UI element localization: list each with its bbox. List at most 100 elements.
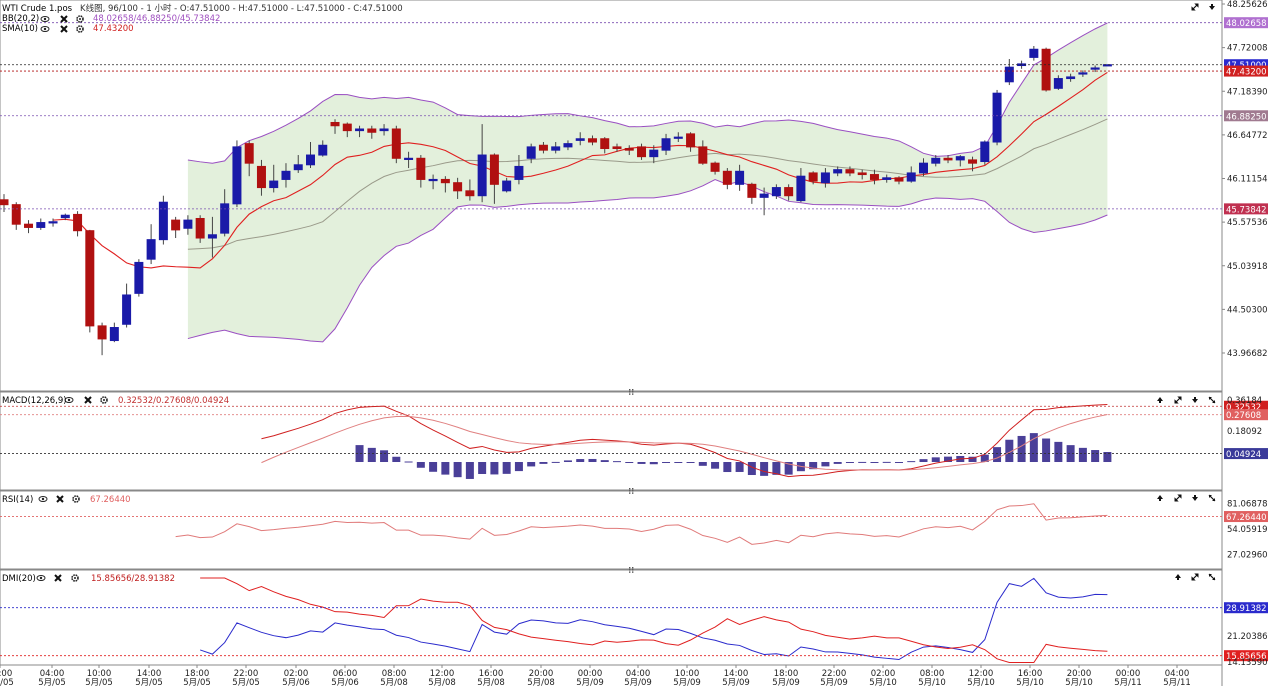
candle-body: [11, 204, 21, 225]
close-icon[interactable]: [60, 15, 68, 23]
candle-body: [158, 201, 168, 241]
candle: [171, 216, 181, 239]
macd-histogram-bar: [1078, 447, 1087, 463]
x-date-label: 5月/09: [576, 678, 604, 686]
x-date-label: 5月/09: [624, 678, 652, 686]
candle-body: [109, 327, 119, 342]
close-icon[interactable]: [84, 396, 92, 404]
macd-histogram-bar: [563, 460, 572, 463]
gear-icon[interactable]: [71, 574, 79, 582]
macd-histogram-bar: [502, 462, 511, 474]
arrow-down-icon[interactable]: [1209, 4, 1215, 10]
dmi-plus-badge: 28.91382: [1226, 604, 1267, 614]
macd-histogram-bar: [367, 447, 376, 463]
candle-body: [244, 143, 254, 164]
bb-label: BB(20,2): [2, 14, 39, 24]
y-tick-label: 45.57536: [1227, 218, 1268, 228]
gear-icon[interactable]: [100, 396, 108, 404]
eye-icon[interactable]: [36, 575, 46, 581]
x-date-label: 5月/09: [820, 678, 848, 686]
candle-body: [649, 149, 659, 158]
eye-icon[interactable]: [40, 26, 50, 32]
candle-body: [710, 162, 720, 172]
macd-histogram-bar: [735, 462, 744, 472]
rsi-pane: [0, 490, 1223, 570]
candle-body: [330, 121, 340, 127]
candle: [980, 140, 990, 165]
x-date-label: 5月/10: [1016, 678, 1044, 686]
macd-histogram-bar: [576, 459, 585, 463]
sma-label: SMA(10): [2, 24, 38, 34]
x-date-label: 5月/09: [772, 678, 800, 686]
candle-body: [575, 138, 585, 141]
macd-histogram-bar: [649, 462, 658, 465]
arrow-up-icon[interactable]: [1157, 495, 1163, 501]
arrow-up-icon[interactable]: [1157, 397, 1163, 403]
macd-histogram-bar: [1042, 438, 1051, 463]
macd-histogram-bar: [760, 462, 769, 476]
x-date-label: 5月/05: [183, 678, 211, 686]
expand-icon[interactable]: [1191, 573, 1199, 581]
arrow-down-icon[interactable]: [1192, 397, 1198, 403]
candle-body: [673, 136, 683, 139]
candle-body: [686, 133, 696, 148]
gear-icon[interactable]: [72, 495, 80, 503]
candle: [24, 220, 34, 234]
candle: [11, 202, 21, 230]
collapse-icon[interactable]: [1208, 494, 1216, 502]
macd-histogram-bar: [882, 461, 891, 463]
close-icon[interactable]: [56, 495, 64, 503]
macd-histogram-bar: [1054, 441, 1063, 463]
eye-icon[interactable]: [40, 16, 50, 22]
eye-icon[interactable]: [38, 496, 48, 502]
macd-histogram-bar: [637, 462, 646, 464]
candle-body: [698, 146, 708, 164]
candle-body: [318, 144, 328, 156]
dmi-plus-line: [199, 577, 1108, 661]
candle-body: [195, 217, 205, 239]
macd-histogram-bar: [1017, 435, 1026, 463]
candle-body: [171, 219, 181, 231]
bb-lower-badge: 45.73842: [1226, 205, 1267, 215]
expand-icon[interactable]: [1174, 396, 1182, 404]
candle: [992, 89, 1002, 146]
macd-histogram-bar: [490, 462, 499, 475]
candle-body: [820, 172, 830, 184]
x-date-label: 5月/05: [232, 678, 260, 686]
macd-signal-badge: 0.27608: [1226, 411, 1261, 421]
candle-body: [624, 148, 634, 151]
macd-histogram-bar: [858, 461, 867, 463]
expand-icon[interactable]: [1191, 3, 1199, 11]
x-date-label: 5月/08: [428, 678, 456, 686]
expand-icon[interactable]: [1174, 494, 1182, 502]
arrow-down-icon[interactable]: [1192, 495, 1198, 501]
candle-body: [428, 178, 438, 182]
macd-histogram-bar: [993, 447, 1002, 463]
candle-body: [207, 234, 217, 239]
x-date-label: 5月/05: [135, 678, 163, 686]
candle-body: [0, 199, 9, 206]
candle-body: [269, 180, 279, 189]
collapse-icon[interactable]: [1208, 396, 1216, 404]
candle-body: [220, 203, 230, 234]
candle: [109, 322, 119, 343]
rsi-label: RSI(14): [2, 495, 33, 505]
candle: [122, 283, 132, 328]
x-date-label: 5月/08: [477, 678, 505, 686]
dmi-label: DMI(20): [2, 574, 36, 584]
gear-icon[interactable]: [76, 15, 84, 23]
macd-histogram-bar: [453, 462, 462, 478]
macd-histogram-bar: [833, 462, 842, 464]
close-icon[interactable]: [54, 574, 62, 582]
candle-body: [85, 230, 95, 327]
candle-body: [955, 156, 965, 161]
gear-icon[interactable]: [76, 25, 84, 33]
candle-body: [342, 123, 352, 132]
arrow-up-icon[interactable]: [1175, 574, 1181, 580]
candle-body: [489, 154, 499, 185]
candle: [158, 195, 168, 245]
macd-signal-line: [261, 414, 1108, 471]
close-icon[interactable]: [60, 25, 68, 33]
collapse-icon[interactable]: [1208, 573, 1216, 581]
macd-histogram-bar: [919, 459, 928, 463]
